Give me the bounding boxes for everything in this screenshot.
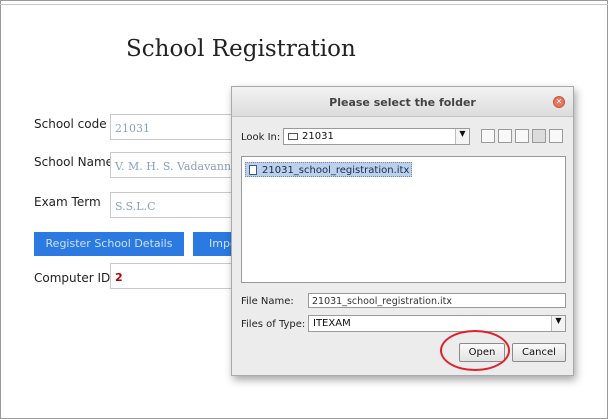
file-list[interactable]: 21031_school_registration.itx xyxy=(241,156,566,283)
register-school-button[interactable]: Register School Details xyxy=(34,232,184,256)
computer-id-label: Computer ID xyxy=(34,271,111,285)
up-folder-icon[interactable] xyxy=(481,129,495,143)
file-name-input[interactable]: 21031_school_registration.itx xyxy=(308,293,566,308)
list-view-icon[interactable] xyxy=(532,129,546,143)
highlight-circle xyxy=(440,330,510,371)
close-icon[interactable]: ✕ xyxy=(553,96,565,108)
chevron-down-icon: ▼ xyxy=(551,316,565,331)
dialog-titlebar[interactable]: Please select the folder ✕ xyxy=(232,87,573,117)
file-name-label: File Name: xyxy=(241,296,294,307)
cancel-button[interactable]: Cancel xyxy=(512,343,566,362)
chevron-down-icon: ▼ xyxy=(455,129,469,144)
school-code-label: School code xyxy=(34,117,107,131)
files-of-type-combo[interactable]: ITEXAM ▼ xyxy=(308,315,566,332)
folder-icon xyxy=(288,133,298,140)
look-in-value: 21031 xyxy=(302,131,334,142)
look-in-label: Look In: xyxy=(241,132,281,143)
page-title: School Registration xyxy=(126,36,356,62)
exam-term-label: Exam Term xyxy=(34,195,101,209)
details-view-icon[interactable] xyxy=(549,129,563,143)
files-of-type-label: Files of Type: xyxy=(241,319,306,330)
top-divider xyxy=(0,4,608,5)
folder-dialog: Please select the folder ✕ Look In: 2103… xyxy=(231,86,574,376)
file-item[interactable]: 21031_school_registration.itx xyxy=(245,162,413,177)
new-folder-icon[interactable] xyxy=(515,129,529,143)
files-of-type-value: ITEXAM xyxy=(313,318,351,329)
file-icon xyxy=(249,165,257,175)
school-name-label: School Name xyxy=(34,155,114,169)
file-item-label: 21031_school_registration.itx xyxy=(262,165,410,176)
dialog-title: Please select the folder xyxy=(329,96,476,109)
look-in-combo[interactable]: 21031 ▼ xyxy=(283,128,470,145)
home-icon[interactable] xyxy=(498,129,512,143)
